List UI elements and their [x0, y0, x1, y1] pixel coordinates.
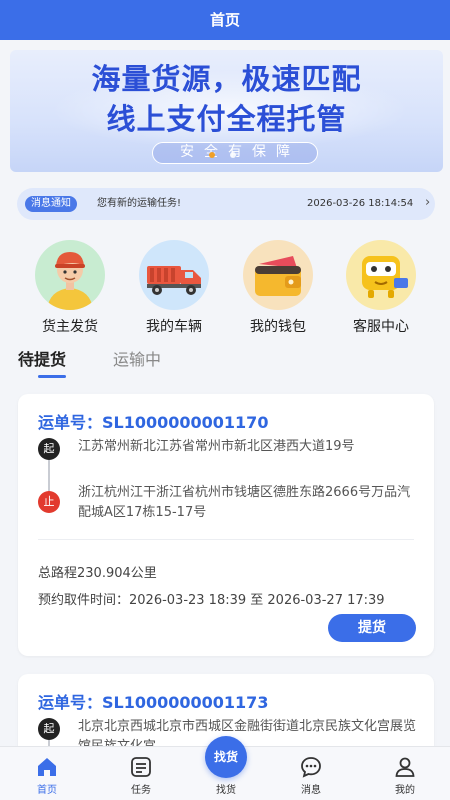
total-distance: 总路程230.904公里	[38, 566, 157, 581]
origin-address: 江苏常州新北江苏省常州市新北区港西大道19号	[78, 439, 355, 454]
banner-dot[interactable]	[230, 152, 236, 158]
nav-tasks[interactable]: 任务	[106, 747, 176, 800]
nav-messages[interactable]: 消息	[276, 747, 346, 800]
nav-label: 找货	[216, 785, 236, 796]
nav-label: 任务	[131, 785, 151, 796]
nav-profile[interactable]: 我的	[370, 747, 440, 800]
destination-address: 浙江杭州江干浙江省杭州市钱塘区德胜东路2666号万品汽配城A区17栋15-17号	[78, 485, 411, 520]
banner-headline-1: 海量货源，极速匹配	[91, 62, 362, 96]
tab-active-indicator	[38, 375, 66, 378]
truck-icon	[139, 240, 209, 310]
task-list-icon	[131, 757, 151, 777]
message-icon	[301, 757, 321, 778]
order-card[interactable]: 运单号：SL1000000001170 起 江苏常州新北江苏省常州市新北区港西大…	[18, 394, 434, 656]
notice-bar[interactable]: 消息通知 您有新的运输任务! 2026-03-26 18:14:54 ›	[17, 188, 435, 220]
notice-time: 2026-03-26 18:14:54	[307, 198, 414, 209]
pickup-time: 预约取件时间：2026-03-23 18:39 至 2026-03-27 17:…	[38, 593, 385, 608]
nav-label: 消息	[301, 785, 321, 796]
tab-pending-pickup[interactable]: 待提货	[18, 346, 66, 370]
start-badge: 起	[38, 718, 60, 740]
order-number: 运单号：SL1000000001170	[38, 413, 269, 432]
notice-message: 您有新的运输任务!	[97, 198, 182, 209]
wallet-icon	[243, 240, 313, 310]
service-center-icon	[346, 240, 416, 310]
order-number: 运单号：SL1000000001173	[38, 693, 269, 712]
menu-label: 我的钱包	[250, 319, 306, 335]
divider	[38, 539, 414, 540]
page-title: 首页	[209, 11, 240, 29]
pickup-button[interactable]: 提货	[328, 614, 416, 642]
start-badge: 起	[38, 438, 60, 460]
menu-my-wallet[interactable]: 我的钱包	[233, 240, 323, 340]
end-badge: 止	[38, 491, 60, 513]
chevron-right-icon[interactable]: ›	[425, 195, 430, 211]
nav-label: 我的	[395, 785, 415, 796]
shipper-person-icon	[35, 240, 105, 310]
menu-label: 我的车辆	[146, 319, 202, 335]
menu-shipper[interactable]: 货主发货	[25, 240, 115, 340]
route-line	[48, 460, 50, 492]
promo-banner[interactable]: 海量货源，极速匹配 线上支付全程托管 安全有保障	[10, 50, 443, 172]
profile-icon	[395, 757, 415, 777]
nav-home[interactable]: 首页	[12, 747, 82, 800]
tab-in-transit[interactable]: 运输中	[113, 346, 161, 370]
notice-tag: 消息通知	[25, 196, 77, 212]
menu-service-center[interactable]: 客服中心	[336, 240, 426, 340]
home-icon	[38, 758, 56, 776]
top-bar: 首页	[0, 0, 450, 40]
menu-label: 货主发货	[42, 319, 98, 335]
menu-label: 客服中心	[353, 319, 409, 335]
banner-headline-2: 线上支付全程托管	[106, 102, 347, 136]
banner-dot-active[interactable]	[209, 152, 215, 158]
find-goods-fab[interactable]: 找货	[205, 736, 247, 778]
menu-my-vehicles[interactable]: 我的车辆	[129, 240, 219, 340]
nav-label: 首页	[37, 785, 57, 796]
